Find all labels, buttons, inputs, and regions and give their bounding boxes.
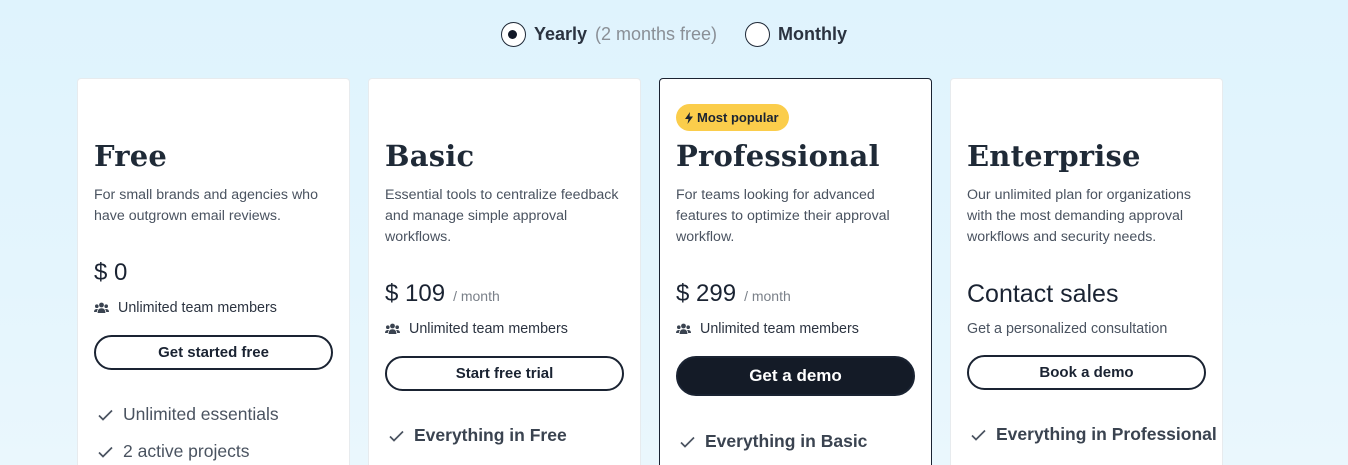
check-icon — [389, 430, 404, 442]
feature-label: Unlimited essentials — [123, 404, 279, 424]
monthly-option[interactable]: Monthly — [745, 22, 847, 47]
get-started-free-button[interactable]: Get started free — [94, 335, 333, 370]
team-members: Unlimited team members — [385, 321, 568, 337]
start-free-trial-button[interactable]: Start free trial — [385, 356, 624, 391]
yearly-radio[interactable] — [500, 22, 526, 47]
contact-sales-title: Contact sales — [967, 280, 1119, 308]
plan-description: Essential tools to centralize feedback a… — [385, 187, 619, 245]
price-amount: $ 109 — [385, 280, 446, 307]
lightning-icon — [685, 111, 693, 124]
feature-label: Everything in Professional — [996, 424, 1217, 444]
yearly-discount-note: (2 months free) — [595, 24, 718, 44]
badge-label: Most popular — [697, 110, 779, 125]
monthly-radio[interactable] — [745, 22, 771, 47]
feature-item: Everything in Professional — [971, 424, 1217, 445]
team-members-label: Unlimited team members — [700, 321, 859, 337]
monthly-label: Monthly — [778, 24, 848, 44]
team-members-label: Unlimited team members — [409, 321, 568, 337]
check-icon — [98, 446, 113, 458]
billing-toggle: Yearly (2 months free) Monthly — [0, 22, 1348, 47]
plan-card-free: Free For small brands and agencies who h… — [77, 78, 350, 465]
plan-name: Enterprise — [967, 139, 1141, 173]
plan-name: Professional — [676, 139, 880, 173]
plan-price: $ 0 — [94, 259, 127, 287]
check-icon — [98, 409, 113, 421]
plan-description: For small brands and agencies who have o… — [94, 187, 318, 224]
plan-price: $ 299 / month — [676, 280, 791, 308]
plan-name: Basic — [385, 139, 475, 173]
plan-description: For teams looking for advanced features … — [676, 187, 890, 245]
team-members-label: Unlimited team members — [118, 300, 277, 316]
get-a-demo-button[interactable]: Get a demo — [676, 356, 915, 396]
price-amount: $ 299 — [676, 280, 737, 307]
price-amount: $ 0 — [94, 259, 128, 286]
feature-item: Unlimited essentials — [98, 404, 279, 425]
feature-label: Everything in Free — [414, 425, 567, 445]
plan-card-professional: Most popular Professional For teams look… — [659, 78, 932, 465]
book-a-demo-button[interactable]: Book a demo — [967, 355, 1206, 390]
plan-card-basic: Basic Essential tools to centralize feed… — [368, 78, 641, 465]
plan-description: Our unlimited plan for organizations wit… — [967, 187, 1191, 245]
yearly-label: Yearly — [533, 24, 587, 44]
check-icon — [971, 429, 986, 441]
team-members: Unlimited team members — [676, 321, 859, 337]
users-icon — [94, 302, 109, 313]
contact-sales-subtitle: Get a personalized consultation — [967, 321, 1168, 337]
check-icon — [680, 436, 695, 448]
yearly-option[interactable]: Yearly (2 months free) — [500, 22, 718, 47]
feature-item: 2 active projects — [98, 441, 249, 462]
feature-label: Everything in Basic — [705, 431, 868, 451]
feature-item: Everything in Free — [389, 425, 567, 446]
most-popular-badge: Most popular — [676, 104, 789, 131]
plan-price: $ 109 / month — [385, 280, 500, 308]
users-icon — [676, 323, 691, 334]
price-period: / month — [744, 288, 791, 304]
feature-label: 2 active projects — [123, 441, 250, 461]
plan-name: Free — [94, 139, 168, 173]
team-members: Unlimited team members — [94, 300, 277, 316]
users-icon — [385, 323, 400, 334]
price-period: / month — [453, 288, 500, 304]
plan-card-enterprise: Enterprise Our unlimited plan for organi… — [950, 78, 1223, 465]
feature-item: Everything in Basic — [680, 431, 867, 452]
